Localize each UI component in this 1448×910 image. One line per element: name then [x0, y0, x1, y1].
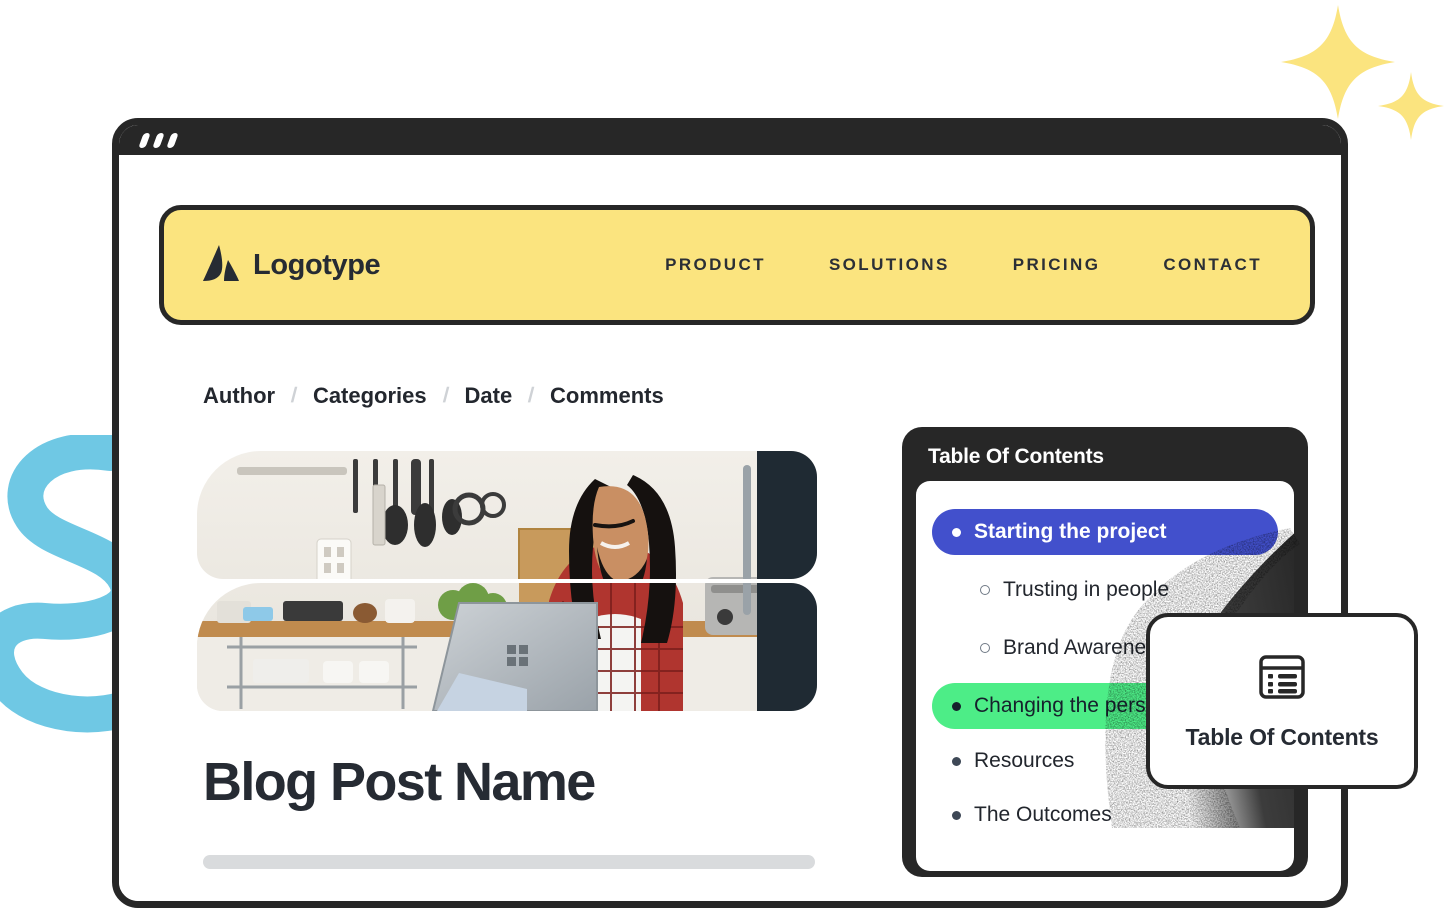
nav-link-contact[interactable]: CONTACT	[1163, 255, 1262, 275]
brand-logo[interactable]: Logotype	[202, 243, 381, 288]
page-title: Blog Post Name	[203, 752, 596, 812]
titlebar-dot-icon[interactable]	[138, 132, 151, 148]
toc-panel-title: Table Of Contents	[928, 445, 1104, 468]
hero-photo-image	[197, 451, 817, 579]
table-of-contents-list-icon	[1256, 651, 1308, 708]
nav-links: PRODUCT SOLUTIONS PRICING CONTACT	[665, 255, 1272, 275]
atlassian-style-logo-icon	[202, 243, 240, 288]
bullet-icon	[952, 701, 961, 711]
hollow-bullet-icon	[980, 585, 990, 595]
browser-titlebar	[119, 125, 1341, 155]
hero-photo	[197, 451, 817, 711]
toc-item-trusting-in-people[interactable]: Trusting in people	[932, 567, 1278, 613]
breadcrumb-separator: /	[527, 384, 535, 407]
toc-item-label: Starting the project	[974, 520, 1167, 543]
site-navbar: Logotype PRODUCT SOLUTIONS PRICING CONTA…	[159, 205, 1315, 325]
float-card-label: Table Of Contents	[1185, 724, 1379, 750]
toc-item-starting-the-project[interactable]: Starting the project	[932, 509, 1278, 555]
table-of-contents-floating-card[interactable]: Table Of Contents	[1146, 613, 1418, 789]
nav-link-product[interactable]: PRODUCT	[665, 255, 766, 275]
hero-photo-image	[197, 583, 817, 711]
toc-item-label: Trusting in people	[1003, 578, 1170, 601]
breadcrumb-separator: /	[441, 384, 450, 407]
toc-item-label: Resources	[974, 749, 1075, 772]
page-content: Logotype PRODUCT SOLUTIONS PRICING CONTA…	[119, 155, 1341, 901]
bullet-icon	[952, 756, 961, 766]
toc-item-label: The Outcomes	[974, 803, 1112, 826]
breadcrumb-item-author[interactable]: Author	[203, 383, 275, 409]
hero-photo-bottom-half	[197, 583, 817, 711]
nav-link-solutions[interactable]: SOLUTIONS	[829, 255, 950, 275]
breadcrumb-item-comments[interactable]: Comments	[550, 383, 664, 409]
breadcrumb: Author / Categories / Date / Comments	[203, 383, 664, 409]
toc-item-label: Brand Awareness	[1003, 636, 1168, 659]
content-skeleton-bar	[203, 855, 815, 869]
bullet-icon	[952, 527, 961, 537]
breadcrumb-item-date[interactable]: Date	[465, 383, 513, 409]
breadcrumb-item-categories[interactable]: Categories	[313, 383, 427, 409]
hero-image-block	[197, 451, 882, 711]
toc-item-the-outcomes[interactable]: The Outcomes	[932, 795, 1278, 835]
hollow-bullet-icon	[980, 643, 990, 653]
breadcrumb-separator: /	[290, 384, 298, 407]
titlebar-dot-icon[interactable]	[152, 132, 165, 148]
hero-photo-top-half	[197, 451, 817, 579]
browser-window: Logotype PRODUCT SOLUTIONS PRICING CONTA…	[112, 118, 1348, 908]
titlebar-dot-icon[interactable]	[166, 132, 179, 148]
brand-name: Logotype	[253, 248, 381, 281]
bullet-icon	[952, 810, 961, 820]
nav-link-pricing[interactable]: PRICING	[1013, 255, 1101, 275]
